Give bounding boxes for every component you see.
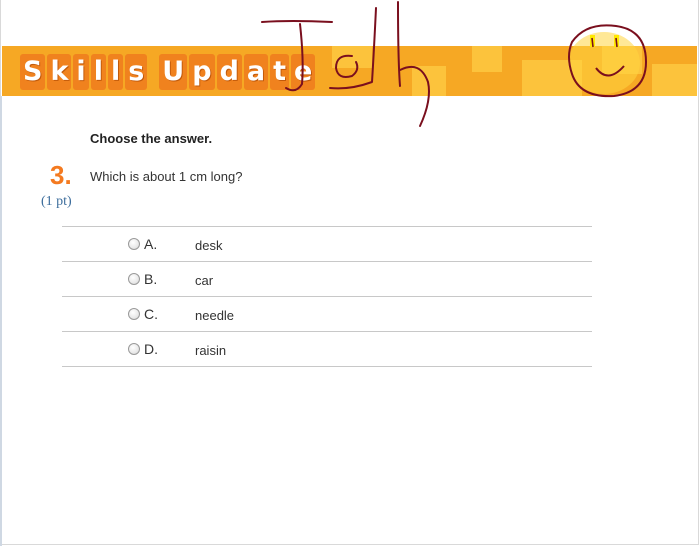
radio-button-icon[interactable] (128, 238, 140, 250)
left-border (0, 96, 2, 546)
question-text: Which is about 1 cm long? (90, 169, 243, 184)
banner-title-letter: p (189, 54, 215, 90)
banner-title: SkillsUpdate (20, 54, 316, 90)
banner-title-letter: l (90, 54, 106, 90)
option-c[interactable]: C. needle (62, 297, 592, 332)
banner-title-letter: k (47, 54, 72, 90)
banner-title-letter: i (73, 54, 89, 90)
banner-title-letter: a (243, 54, 269, 90)
banner-tile (332, 46, 372, 68)
question-points: (1 pt) (41, 194, 72, 209)
option-letter: C. (144, 306, 158, 322)
banner-title-letter (149, 54, 157, 90)
option-letter: A. (144, 236, 158, 252)
banner-tile (652, 64, 697, 96)
instruction-text: Choose the answer. (90, 131, 213, 146)
banner-title-letter: l (107, 54, 124, 90)
option-d[interactable]: D. raisin (62, 332, 592, 367)
option-label: desk (195, 238, 223, 253)
banner-tile (472, 46, 502, 72)
question-number: 3. (50, 160, 72, 190)
answer-options: A. desk B. car C. needle D. raisin (62, 226, 592, 367)
banner-tile (412, 66, 446, 96)
banner-title-letter: t (270, 54, 290, 90)
banner-title-letter: s (125, 54, 148, 90)
skills-update-banner: SkillsUpdate (2, 46, 697, 96)
radio-button-icon[interactable] (128, 308, 140, 320)
option-a[interactable]: A. desk (62, 227, 592, 262)
option-letter: D. (144, 341, 158, 357)
banner-title-letter: S (20, 54, 46, 90)
radio-button-icon[interactable] (128, 343, 140, 355)
option-b[interactable]: B. car (62, 262, 592, 297)
banner-title-letter: d (216, 54, 242, 90)
banner-tile (522, 60, 582, 96)
radio-button-icon[interactable] (128, 273, 140, 285)
banner-title-letter: U (159, 54, 188, 90)
option-label: raisin (195, 343, 227, 358)
option-label: car (195, 273, 214, 288)
banner-title-letter: e (291, 54, 316, 90)
option-letter: B. (144, 271, 158, 287)
option-label: needle (195, 308, 235, 323)
banner-tile (602, 46, 642, 74)
